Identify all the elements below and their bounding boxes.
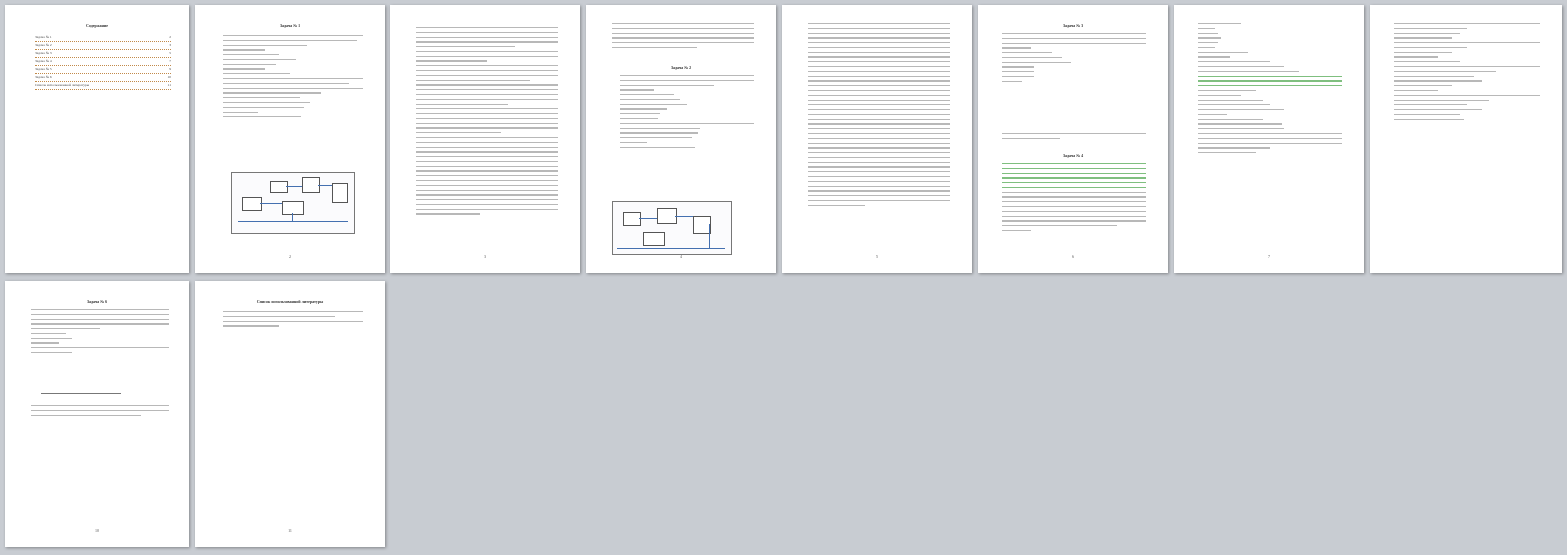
text-block — [31, 405, 169, 419]
toc-entry[interactable]: Задача № 6 10 — [35, 75, 171, 82]
page-3[interactable]: 3 — [390, 5, 580, 273]
page-8[interactable] — [1370, 5, 1562, 273]
toc-entry[interactable]: Задача № 35 — [35, 51, 171, 58]
text-block — [612, 23, 754, 52]
circuit-diagram — [231, 172, 355, 234]
text-block — [620, 75, 754, 152]
page-number: 11 — [288, 528, 292, 533]
page-number: 6 — [1072, 254, 1074, 259]
page-references[interactable]: Список использованной литературы 11 — [195, 281, 385, 547]
text-block — [808, 23, 950, 209]
page-task-6[interactable]: Задача № 6 10 — [5, 281, 189, 547]
text-block — [1002, 33, 1146, 86]
toc-entry[interactable]: Список использованной литературы 11 — [35, 83, 171, 90]
page-7[interactable]: 7 — [1174, 5, 1364, 273]
page-task-1[interactable]: Задача № 1 2 — [195, 5, 385, 273]
page-task-3[interactable]: Задача № 3 Задача № 4 6 — [978, 5, 1168, 273]
page-number: 3 — [484, 254, 486, 259]
toc-entry[interactable]: Задача № 47 — [35, 59, 171, 66]
text-block — [1002, 133, 1146, 143]
page-number: 10 — [95, 528, 99, 533]
toc-entry[interactable]: Задача № 12 — [35, 35, 171, 42]
page-title: Задача № 4 — [1062, 153, 1084, 158]
text-block — [416, 27, 558, 218]
page-title: Список использованной литературы — [256, 299, 324, 304]
circuit-diagram — [612, 201, 732, 255]
page-title: Содержание — [85, 23, 109, 28]
page-number: 2 — [289, 254, 291, 259]
reference-list — [223, 311, 363, 330]
text-block — [1394, 23, 1540, 123]
page-contents[interactable]: Содержание Задача № 12 Задача № 23 Задач… — [5, 5, 189, 273]
formula — [41, 385, 121, 394]
text-block — [31, 309, 169, 357]
page-number: 4 — [680, 254, 682, 259]
toc-entry[interactable]: Задача № 23 — [35, 43, 171, 50]
text-block — [1002, 163, 1146, 235]
page-number: 7 — [1268, 254, 1270, 259]
page-title: Задача № 2 — [670, 65, 692, 70]
text-block — [223, 35, 363, 121]
page-title: Задача № 6 — [86, 299, 108, 304]
page-number: 5 — [876, 254, 878, 259]
page-task-2[interactable]: Задача № 2 4 — [586, 5, 776, 273]
page-5[interactable]: 5 — [782, 5, 972, 273]
page-title: Задача № 3 — [1062, 23, 1084, 28]
text-block — [1198, 23, 1342, 157]
page-title: Задача № 1 — [279, 23, 301, 28]
toc-entry[interactable]: Задача № 59 — [35, 67, 171, 74]
